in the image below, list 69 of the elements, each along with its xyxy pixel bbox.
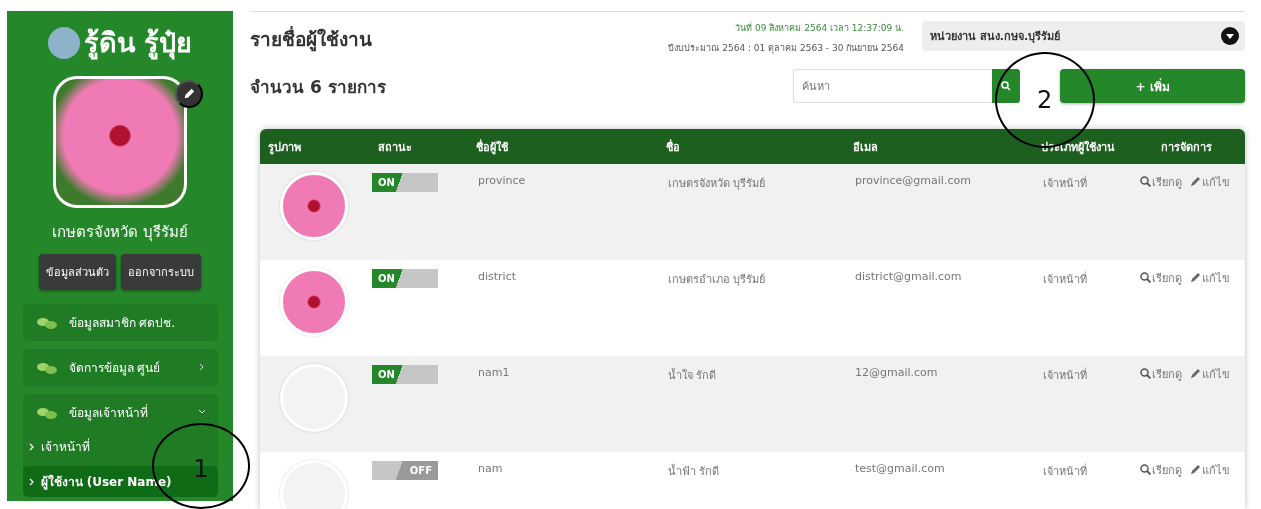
- column-header: รูปภาพ: [267, 139, 302, 156]
- leaf-icon: [36, 315, 57, 330]
- table-cell: เจ้าหน้าที่: [1043, 177, 1087, 190]
- agency-dropdown[interactable]: หน่วยงาน สนง.กษจ.บุรีรัมย์: [922, 21, 1245, 51]
- search-button[interactable]: [992, 69, 1020, 103]
- chevron-icon: [28, 442, 35, 451]
- fiscal-year-text: ปีงบประมาณ 2564 : 01 ตุลาคม 2563 - 30 กันยายน 2564: [668, 42, 904, 55]
- table-cell: province: [478, 174, 526, 187]
- view-link[interactable]: เรียกดู: [1140, 174, 1182, 189]
- table-cell: district: [478, 270, 517, 283]
- status-toggle[interactable]: OFF: [372, 461, 438, 480]
- menu-label: จัดการข้อมูล ศูนย์: [68, 360, 162, 377]
- edit-link[interactable]: แก้ไข: [1190, 174, 1230, 189]
- leaf-icon: [36, 405, 57, 420]
- profile-button[interactable]: ข้อมูลส่วนตัว: [39, 254, 116, 290]
- pencil-icon: [1190, 368, 1201, 379]
- brand-title: รู้ดิน รู้ปุ๋ย: [83, 26, 193, 62]
- chevron-icon: [28, 477, 35, 486]
- table-cell: test@gmail.com: [855, 462, 945, 475]
- column-header: ชื่อผู้ใช้: [475, 138, 509, 156]
- menu-label: ข้อมูลเจ้าหน้าที่: [68, 403, 149, 422]
- pencil-icon: [1190, 464, 1201, 475]
- table-cell: น้ำใจ รักดี: [668, 369, 717, 382]
- page-title: รายชื่อผู้ใช้งาน: [250, 25, 373, 54]
- table-cell: province@gmail.com: [855, 174, 971, 187]
- table-cell: เจ้าหน้าที่: [1043, 465, 1087, 478]
- table-cell: เจ้าหน้าที่: [1043, 369, 1087, 382]
- menu-label: ข้อมูลสมาชิก ศดปช.: [68, 315, 177, 332]
- record-count: จำนวน 6 รายการ: [250, 75, 387, 99]
- table-cell: 12@gmail.com: [855, 366, 938, 379]
- date-text: วันที่ 09 สิงหาคม 2564 เวลา 12:37:09 น.: [735, 21, 904, 35]
- status-toggle[interactable]: ON: [372, 365, 438, 384]
- search-icon: [1140, 368, 1151, 379]
- table-cell: เกษตรอำเภอ บุรีรัมย์: [668, 273, 766, 286]
- table-cell: น้ำฟ้า รักดี: [668, 465, 720, 478]
- column-header: สถานะ: [377, 139, 413, 156]
- edit-link[interactable]: แก้ไข: [1190, 366, 1230, 381]
- column-header: ประเภทผู้ใช้งาน: [1040, 139, 1116, 156]
- table-cell: nam: [478, 462, 503, 475]
- table-cell: เจ้าหน้าที่: [1043, 273, 1087, 286]
- column-header: อีเมล: [852, 139, 879, 156]
- search-field[interactable]: ค้นหา: [793, 69, 992, 103]
- column-header: การจัดการ: [1160, 139, 1213, 156]
- add-button[interactable]: + เพิ่ม: [1060, 69, 1245, 103]
- column-header: ชื่อ: [665, 138, 681, 156]
- view-link[interactable]: เรียกดู: [1140, 270, 1182, 285]
- status-toggle[interactable]: ON: [372, 269, 438, 288]
- logo-icon: [47, 26, 80, 59]
- table-cell: เกษตรจังหวัด บุรีรัมย์: [668, 177, 766, 190]
- view-link[interactable]: เรียกดู: [1140, 366, 1182, 381]
- logout-button[interactable]: ออกจากระบบ: [121, 254, 201, 290]
- view-link[interactable]: เรียกดู: [1140, 462, 1182, 477]
- search-icon: [1140, 464, 1151, 475]
- table-cell: nam1: [478, 366, 510, 379]
- table-cell: district@gmail.com: [855, 270, 962, 283]
- leaf-icon: [36, 360, 57, 375]
- caret-icon: [1221, 27, 1239, 45]
- pencil-icon: [1190, 272, 1201, 283]
- pencil-icon: [1190, 176, 1201, 187]
- search-icon: [1140, 272, 1151, 283]
- status-toggle[interactable]: ON: [372, 173, 438, 192]
- edit-photo-button[interactable]: [175, 80, 203, 108]
- edit-link[interactable]: แก้ไข: [1190, 270, 1230, 285]
- agency-label: หน่วยงาน สนง.กษจ.บุรีรัมย์: [930, 29, 1062, 45]
- profile-name: เกษตรจังหวัด บุรีรัมย์: [52, 222, 188, 244]
- pencil-icon: [183, 87, 195, 101]
- edit-link[interactable]: แก้ไข: [1190, 462, 1230, 477]
- search-icon: [1001, 81, 1011, 91]
- search-icon: [1140, 176, 1151, 187]
